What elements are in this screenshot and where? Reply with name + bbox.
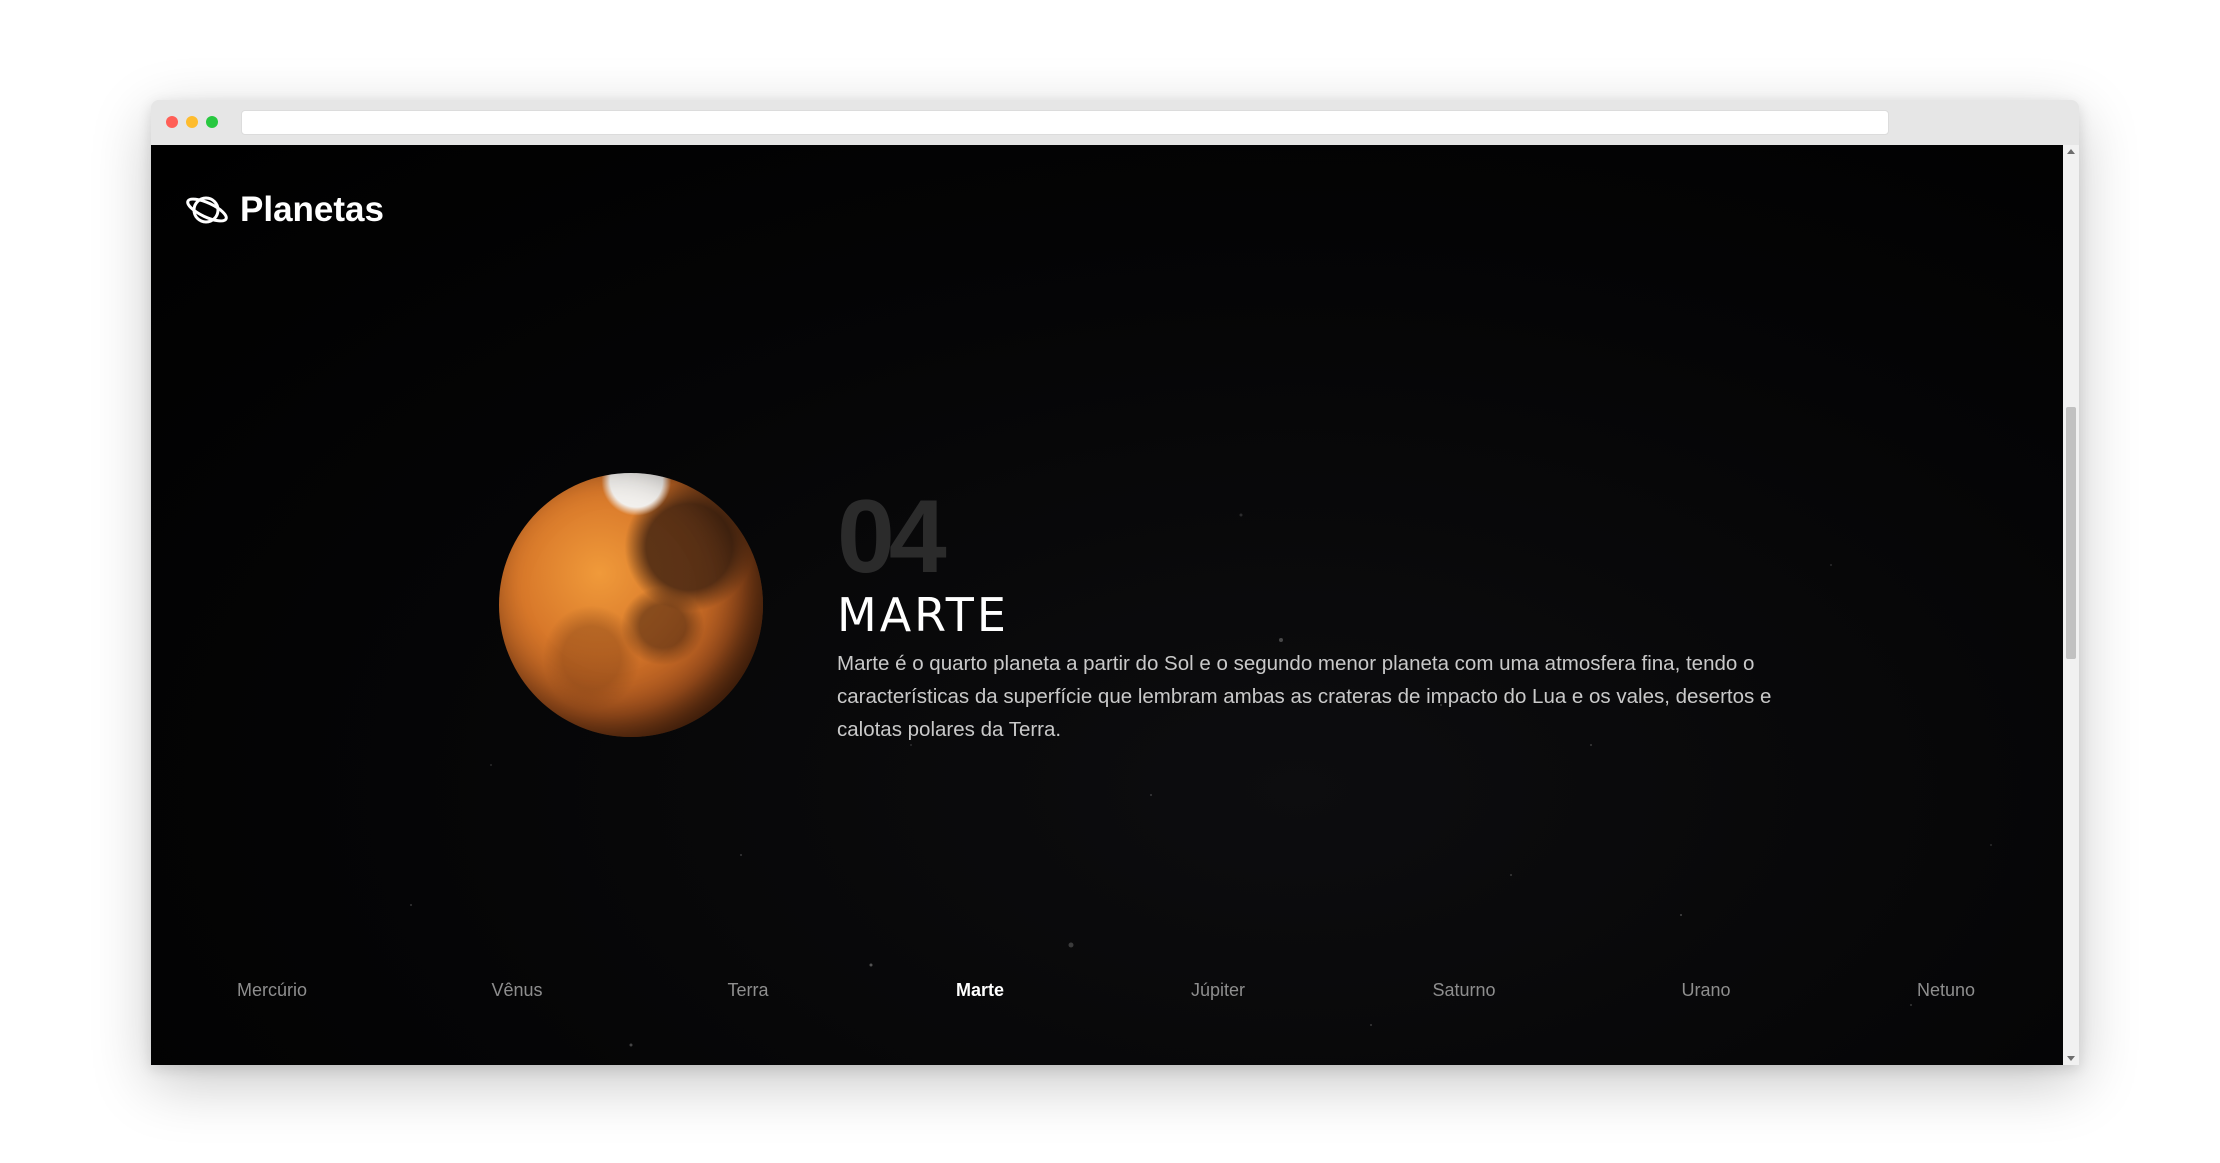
planet-description: Marte é o quarto planeta a partir do Sol… <box>837 652 1772 741</box>
page-viewport: Planetas 04 MARTE Marte é o quarto plane… <box>151 145 2063 1065</box>
nav-item-marte[interactable]: Marte <box>956 980 1004 1001</box>
scroll-up-arrow-icon[interactable] <box>2067 149 2075 154</box>
nav-item-mercurio[interactable]: Mercúrio <box>237 980 307 1001</box>
browser-chrome <box>151 100 2079 146</box>
nav-item-urano[interactable]: Urano <box>1681 980 1730 1001</box>
nav-item-venus[interactable]: Vênus <box>491 980 542 1001</box>
planet-number: 04 <box>837 479 947 595</box>
nav-item-netuno[interactable]: Netuno <box>1917 980 1975 1001</box>
close-window-button[interactable] <box>166 116 178 128</box>
nav-item-saturno[interactable]: Saturno <box>1432 980 1495 1001</box>
planet-name: MARTE <box>837 588 1009 642</box>
planet-nav: Mercúrio Vênus Terra Marte Júpiter Satur… <box>151 980 2063 1010</box>
scroll-down-arrow-icon[interactable] <box>2067 1056 2075 1061</box>
address-bar[interactable] <box>241 110 1889 135</box>
mars-image <box>499 473 763 737</box>
scroll-thumb[interactable] <box>2066 407 2076 659</box>
starfield-background <box>410 513 1992 1047</box>
nav-item-terra[interactable]: Terra <box>727 980 768 1001</box>
brand[interactable]: Planetas <box>184 190 384 230</box>
maximize-window-button[interactable] <box>206 116 218 128</box>
browser-window: Planetas 04 MARTE Marte é o quarto plane… <box>151 100 2079 1065</box>
minimize-window-button[interactable] <box>186 116 198 128</box>
vertical-scrollbar[interactable] <box>2063 145 2079 1065</box>
planet-ring-icon <box>186 196 228 224</box>
brand-title: Planetas <box>240 190 384 229</box>
nav-item-jupiter[interactable]: Júpiter <box>1191 980 1245 1001</box>
